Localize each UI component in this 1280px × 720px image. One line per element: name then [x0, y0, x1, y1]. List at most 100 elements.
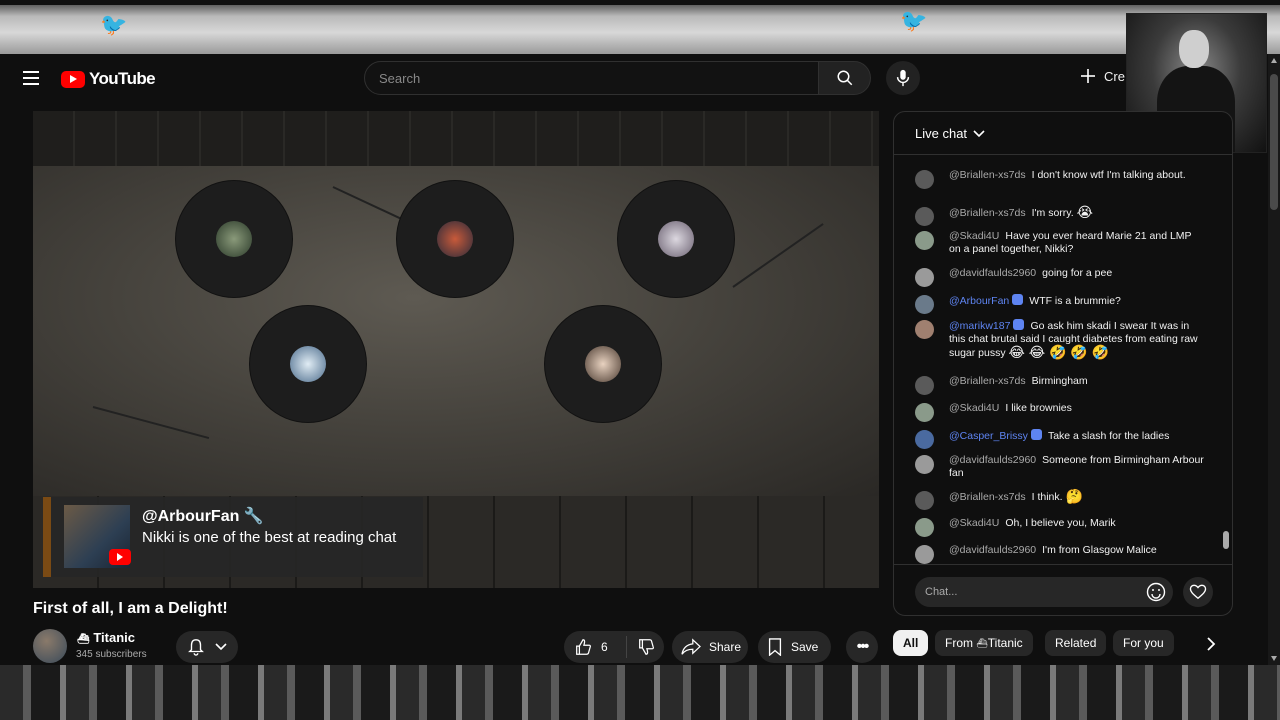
search-box	[364, 61, 819, 95]
chat-text: going for a pee	[1042, 267, 1113, 279]
notifications-button[interactable]	[176, 631, 238, 663]
heart-button[interactable]	[1183, 577, 1213, 607]
avatar[interactable]	[915, 455, 934, 474]
video-player[interactable]: @ArbourFan 🔧 Nikki is one of the best at…	[33, 111, 879, 588]
chat-scrollbar[interactable]	[1223, 156, 1229, 564]
chat-author[interactable]: @davidfaulds2960	[949, 454, 1036, 466]
avatar[interactable]	[915, 518, 934, 537]
chevron-down-icon	[973, 129, 985, 137]
avatar[interactable]	[915, 376, 934, 395]
chip-all[interactable]: All	[893, 630, 929, 656]
participant-disc	[176, 181, 292, 297]
more-actions-button[interactable]: •••	[846, 631, 878, 663]
channel-name[interactable]: ⛴ Titanic	[77, 630, 135, 645]
avatar[interactable]	[915, 491, 934, 510]
chat-message: @ArbourFan WTF is a brummie?	[915, 294, 1205, 314]
chat-author[interactable]: @Briallen-xs7ds	[949, 491, 1026, 503]
verified-badge-icon	[1012, 294, 1024, 305]
share-button[interactable]: Share	[672, 631, 748, 663]
search-icon	[837, 70, 852, 86]
ship-icon: ⛴	[77, 634, 90, 645]
chat-message: @Briallen-xs7ds I think. 🤔	[915, 489, 1205, 510]
avatar[interactable]	[915, 430, 934, 449]
background-photo-top: 🐦 🐦	[0, 0, 1280, 54]
chat-message: @marikw187 Go ask him skadi I swear It wa…	[915, 319, 1205, 360]
thumbs-down-icon	[638, 639, 654, 655]
live-chat-panel: Live chat @Briallen-xs7ds I don't know wt…	[893, 111, 1233, 616]
chat-author[interactable]: @Skadi4U	[949, 402, 999, 414]
app-root: 🐦 🐦 YouTube Cre	[0, 0, 1280, 720]
share-icon	[681, 638, 701, 655]
chat-author[interactable]: @Briallen-xs7ds	[949, 375, 1026, 387]
participant-disc	[618, 181, 734, 297]
chat-text: Birmingham	[1031, 375, 1088, 387]
chat-author[interactable]: @Briallen-xs7ds	[949, 207, 1026, 219]
chat-text: Oh, I believe you, Marik	[1005, 517, 1116, 529]
more-icon: •••	[856, 638, 870, 655]
chat-message: @Briallen-xs7ds I don't know wtf I'm talk…	[915, 169, 1205, 189]
chat-message: @davidfaulds2960 I'm from Glasgow Malice	[915, 544, 1205, 564]
mic-icon	[896, 69, 910, 87]
chat-author[interactable]: @davidfaulds2960	[949, 544, 1036, 556]
chip-related[interactable]: Related	[1045, 630, 1107, 656]
heart-icon	[1189, 584, 1207, 600]
voice-search-button[interactable]	[886, 61, 920, 95]
avatar[interactable]	[915, 170, 934, 189]
ship-icon: ⛴	[976, 637, 988, 648]
chat-author[interactable]: @Skadi4U	[949, 517, 999, 529]
wrench-icon: 🔧	[243, 508, 264, 525]
live-chat-header: Live chat	[894, 112, 1232, 155]
chat-text: I think.	[1031, 491, 1063, 503]
thumbs-up-icon	[576, 639, 592, 655]
chat-message: @Briallen-xs7ds I'm sorry. 😭	[915, 205, 1205, 226]
bell-icon	[188, 639, 204, 656]
chat-input[interactable]	[925, 577, 1173, 607]
avatar[interactable]	[915, 207, 934, 226]
search-button[interactable]	[818, 61, 871, 95]
avatar[interactable]	[915, 268, 934, 287]
avatar[interactable]	[915, 320, 934, 339]
avatar[interactable]	[915, 403, 934, 422]
verified-badge-icon	[1013, 319, 1025, 330]
avatar[interactable]	[915, 231, 934, 250]
chat-author[interactable]: @davidfaulds2960	[949, 267, 1036, 279]
chat-text: I'm sorry.	[1031, 207, 1074, 219]
chip-for-you[interactable]: For you	[1113, 630, 1174, 656]
youtube-logo[interactable]: YouTube	[61, 69, 156, 89]
live-chat-mode-selector[interactable]: Live chat	[915, 126, 985, 141]
emoji-icon[interactable]	[1146, 582, 1166, 602]
chat-message: @davidfaulds2960 going for a pee	[915, 267, 1205, 287]
chevron-right-icon[interactable]	[1201, 634, 1221, 654]
chat-message: @Skadi4U Have you ever heard Marie 21 and…	[915, 230, 1205, 256]
create-button[interactable]: Cre	[1080, 68, 1125, 84]
chat-author[interactable]: @ArbourFan	[949, 294, 1024, 307]
avatar[interactable]	[915, 295, 934, 314]
page-scrollbar[interactable]	[1268, 54, 1280, 665]
like-button[interactable]: 6	[564, 638, 626, 656]
avatar[interactable]	[915, 545, 934, 564]
save-label: Save	[791, 640, 819, 654]
chat-author[interactable]: @marikw187	[949, 319, 1025, 332]
participant-disc	[250, 306, 366, 422]
chip-from-channel[interactable]: From ⛴ Titanic	[935, 630, 1033, 656]
background-photo-bottom	[0, 665, 1280, 720]
channel-avatar[interactable]	[33, 629, 67, 663]
menu-icon[interactable]	[18, 66, 44, 90]
participant-disc	[397, 181, 513, 297]
chat-text: Take a slash for the ladies	[1047, 430, 1170, 442]
chat-author[interactable]: @Casper_Brissy	[949, 429, 1042, 442]
bird-icon: 🐦	[900, 8, 928, 33]
chat-message: @Skadi4U I like brownies	[915, 402, 1205, 422]
save-button[interactable]: Save	[758, 631, 831, 663]
video-ceiling	[33, 111, 879, 166]
chat-author[interactable]: @Briallen-xs7ds	[949, 169, 1026, 181]
chevron-down-icon	[215, 643, 227, 651]
youtube-logo-icon	[109, 549, 131, 565]
dislike-button[interactable]	[627, 638, 664, 656]
overlay-author: @ArbourFan 🔧	[142, 508, 264, 525]
chat-author[interactable]: @Skadi4U	[949, 230, 999, 242]
like-dislike-group: 6	[564, 631, 664, 663]
subscriber-count: 345 subscribers	[76, 649, 147, 660]
chat-text: I'm from Glasgow Malice	[1042, 544, 1157, 556]
search-input[interactable]	[379, 62, 818, 94]
